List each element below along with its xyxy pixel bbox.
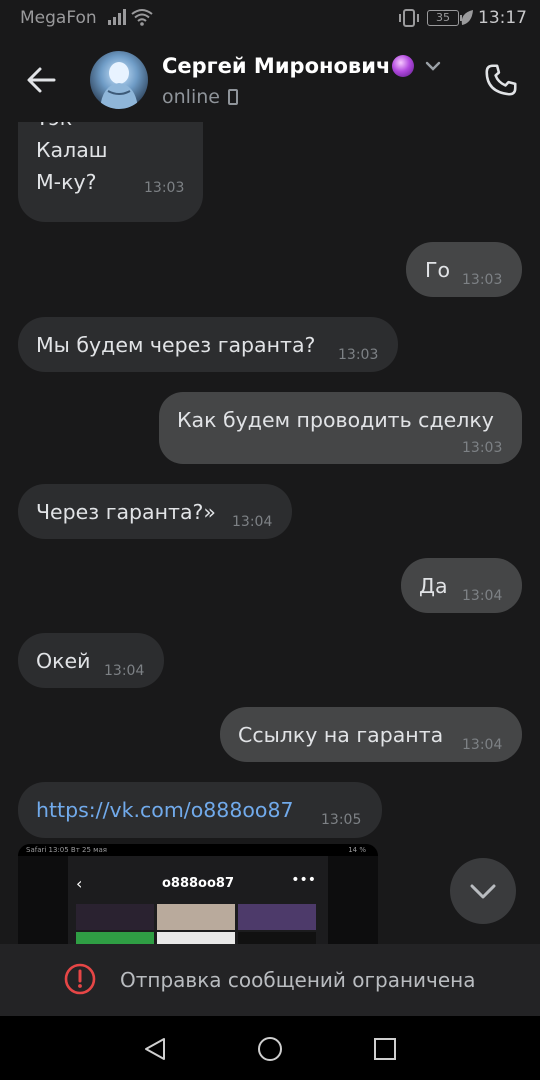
message-time: 13:03 <box>462 440 503 456</box>
nav-back-icon[interactable] <box>142 1036 168 1062</box>
message-outgoing[interactable]: Как будем проводить сделку 13:03 <box>159 392 522 464</box>
message-line: Калаш <box>36 138 108 162</box>
preview-status-bar: Safari 13:05 Вт 25 мая 14 % <box>18 844 378 856</box>
message-incoming[interactable]: Мы будем через гаранта? 13:03 <box>18 317 398 372</box>
message-incoming[interactable]: Окей 13:04 <box>18 633 164 688</box>
preview-photo <box>157 904 235 930</box>
alert-circle-icon <box>64 963 96 995</box>
mobile-icon <box>228 89 238 105</box>
preview-photo <box>238 904 316 930</box>
wifi-icon <box>131 9 153 26</box>
message-text: Окей <box>36 649 91 673</box>
chat-header: Сергей Миронович online <box>0 36 540 122</box>
contact-status: online <box>162 86 220 108</box>
crystal-ball-icon <box>392 55 414 77</box>
preview-content: ‹ o888oo87 ••• <box>68 856 328 944</box>
message-incoming[interactable]: https://vk.com/o888oo87 13:05 <box>18 782 382 838</box>
message-line: М-ку? <box>36 170 97 194</box>
message-time: 13:04 <box>232 514 273 530</box>
message-incoming[interactable]: Тэк Калаш М-ку? 13:03 <box>18 122 203 222</box>
contact-name[interactable]: Сергей Миронович <box>162 54 390 78</box>
preview-battery: 14 % <box>348 846 366 854</box>
clock: 13:17 <box>478 8 527 28</box>
preview-photo <box>76 904 154 930</box>
vibrate-icon <box>399 9 419 27</box>
back-arrow-icon[interactable] <box>22 60 62 100</box>
signal-icon <box>108 9 126 25</box>
preview-photo <box>76 932 154 944</box>
phone-icon[interactable] <box>483 62 519 98</box>
message-time: 13:03 <box>144 180 185 196</box>
message-time: 13:04 <box>462 737 503 753</box>
message-text: Ссылку на гаранта <box>238 723 444 747</box>
message-text: Мы будем через гаранта? <box>36 333 316 357</box>
avatar[interactable] <box>90 51 148 109</box>
preview-status-text: Safari 13:05 Вт 25 мая <box>26 846 107 854</box>
chevron-down-icon <box>470 884 496 899</box>
message-outgoing[interactable]: Ссылку на гаранта 13:04 <box>220 707 522 762</box>
battery-icon: 35 <box>427 10 462 26</box>
message-text: Да <box>419 574 448 598</box>
message-text: Через гаранта?» <box>36 500 216 524</box>
message-time: 13:04 <box>462 588 503 604</box>
preview-photo <box>157 932 235 944</box>
preview-photo <box>238 932 316 944</box>
message-time: 13:04 <box>104 663 145 679</box>
avatar-image <box>100 62 138 109</box>
message-outgoing[interactable]: Да 13:04 <box>401 558 522 613</box>
nav-home-icon[interactable] <box>257 1036 283 1062</box>
message-line: Тэк <box>36 122 72 134</box>
leaf-icon <box>461 10 473 25</box>
message-time: 13:05 <box>321 812 362 828</box>
scroll-down-button[interactable] <box>450 858 516 924</box>
message-time: 13:03 <box>462 272 503 288</box>
carrier-label: MegaFon <box>20 8 97 28</box>
status-bar: MegaFon 35 13:17 <box>0 0 540 36</box>
message-text: Го <box>425 258 451 282</box>
chevron-down-icon[interactable] <box>424 60 442 72</box>
message-outgoing[interactable]: Го 13:03 <box>406 242 522 297</box>
message-incoming[interactable]: Через гаранта?» 13:04 <box>18 484 292 539</box>
attached-image[interactable]: Safari 13:05 Вт 25 мая 14 % ‹ o888oo87 •… <box>18 844 378 944</box>
nav-recent-icon[interactable] <box>373 1037 397 1061</box>
message-list[interactable]: Тэк Калаш М-ку? 13:03 Го 13:03 Мы будем … <box>0 122 540 944</box>
message-link[interactable]: https://vk.com/o888oo87 <box>36 794 294 826</box>
message-time: 13:03 <box>338 347 379 363</box>
preview-title: o888oo87 <box>161 876 235 891</box>
preview-more-icon: ••• <box>291 872 316 888</box>
messaging-restricted-bar: Отправка сообщений ограничена <box>0 944 540 1016</box>
restriction-text: Отправка сообщений ограничена <box>120 968 476 992</box>
message-text: Как будем проводить сделку <box>177 408 494 432</box>
system-nav-bar <box>0 1016 540 1080</box>
